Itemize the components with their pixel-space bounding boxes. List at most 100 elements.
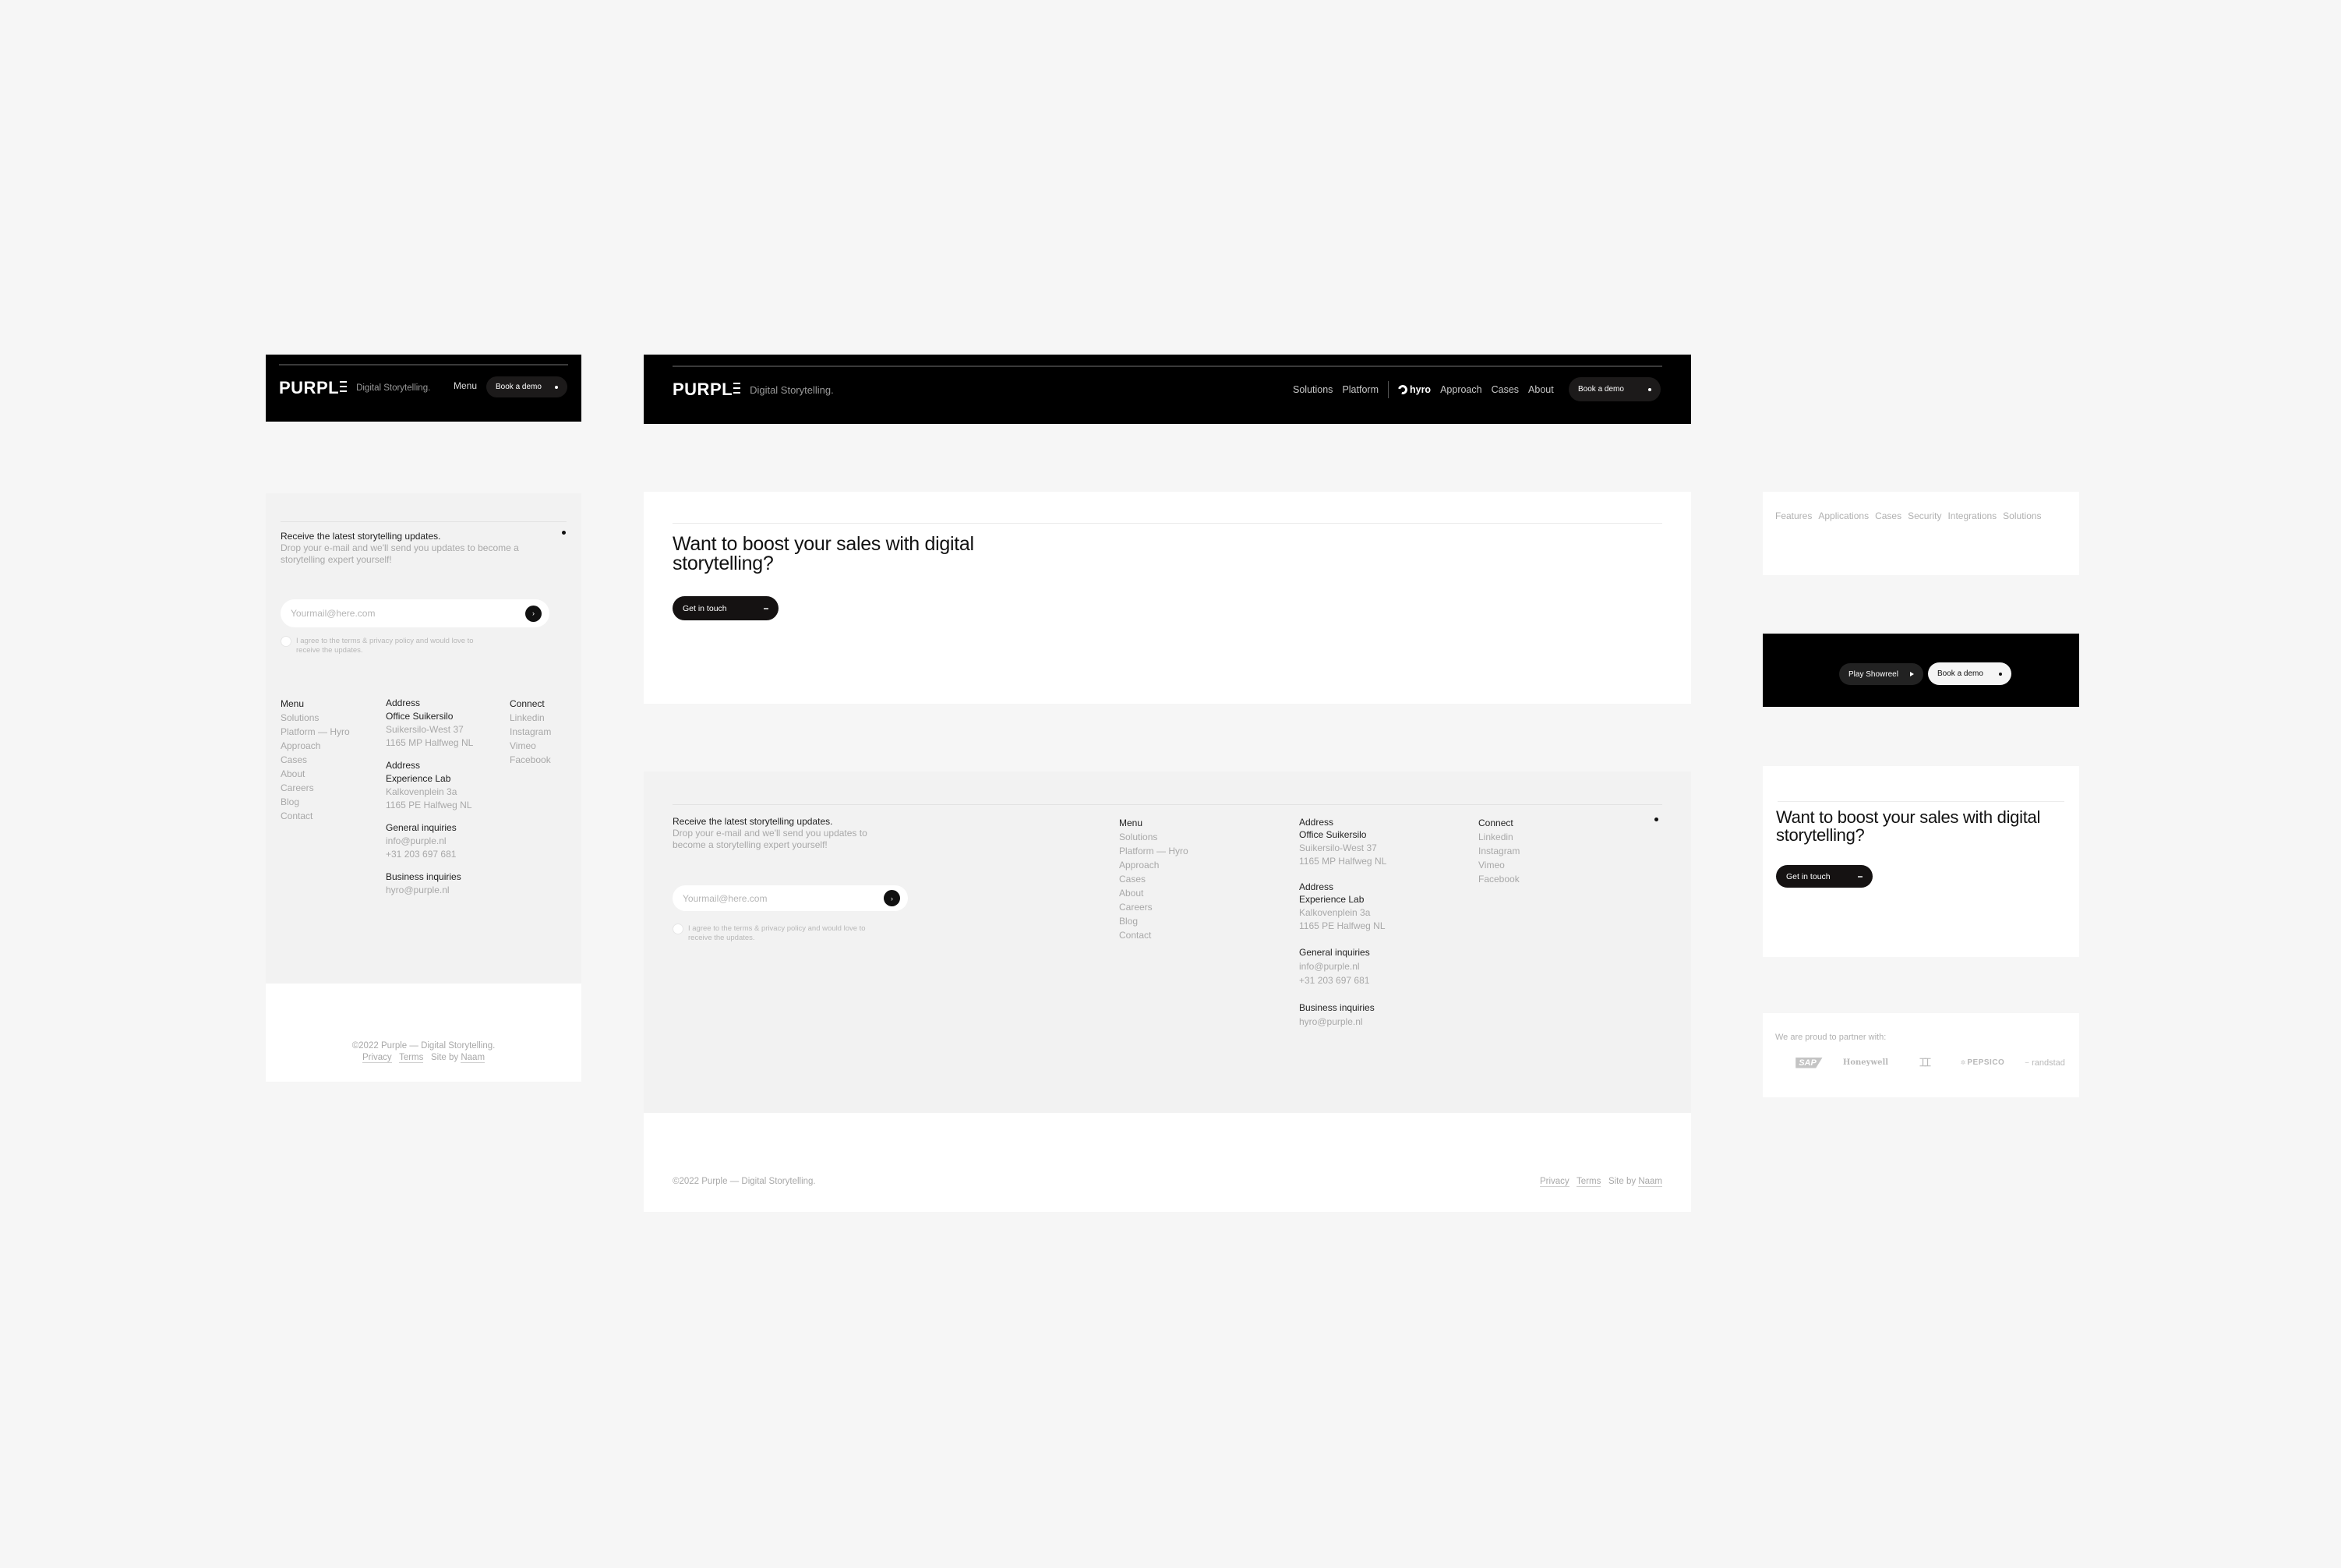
business-inquiries-heading: Business inquiries (386, 871, 461, 882)
consent-checkbox-row[interactable]: I agree to the terms & privacy policy an… (281, 636, 475, 655)
menu-heading: Menu (1119, 818, 1143, 828)
nav-about[interactable]: About (1528, 384, 1554, 395)
social-link-facebook[interactable]: Facebook (1478, 872, 1520, 886)
social-link-vimeo[interactable]: Vimeo (1478, 858, 1520, 872)
consent-checkbox[interactable] (673, 923, 683, 934)
footer-link-careers[interactable]: Careers (281, 781, 350, 795)
general-email-link[interactable]: info@purple.nl (1299, 959, 1386, 973)
pepsico-logo-icon: ✲ PEPSICO (1960, 1058, 2005, 1067)
cta-title-line: Want to boost your sales with digital (1776, 807, 2041, 827)
social-link-linkedin[interactable]: Linkedin (510, 711, 551, 725)
nav-solutions[interactable]: Solutions (1293, 384, 1333, 395)
subnav-cases[interactable]: Cases (1875, 510, 1901, 521)
cta-title-line: Want to boost your sales with digital (673, 533, 974, 555)
footer-link-cases[interactable]: Cases (1119, 872, 1188, 886)
nav-cases[interactable]: Cases (1492, 384, 1519, 395)
consent-checkbox-row[interactable]: I agree to the terms & privacy policy an… (673, 923, 875, 943)
header-top-line (673, 366, 1662, 367)
privacy-link[interactable]: Privacy (1539, 1177, 1569, 1187)
subnav-features[interactable]: Features (1775, 510, 1812, 521)
cta-section-mobile: Want to boost your sales with digital st… (1763, 766, 2079, 957)
general-phone-link[interactable]: +31 203 697 681 (1299, 973, 1386, 987)
get-in-touch-button[interactable]: Get in touch (1776, 865, 1873, 888)
social-link-vimeo[interactable]: Vimeo (510, 739, 551, 753)
mobile-footer-bottom: ©2022 Purple — Digital Storytelling. Pri… (266, 984, 581, 1082)
footer-link-solutions[interactable]: Solutions (281, 711, 350, 725)
newsletter-description: Drop your e-mail and we'll send you upda… (281, 542, 519, 565)
nav-platform[interactable]: Platform (1342, 384, 1379, 395)
logo-e-bars-icon (733, 383, 741, 394)
terms-link[interactable]: Terms (1577, 1177, 1601, 1187)
book-demo-button[interactable]: Book a demo (1569, 377, 1661, 401)
address-name: Experience Lab (386, 773, 451, 784)
subnav-security[interactable]: Security (1908, 510, 1941, 521)
footer-link-about[interactable]: About (1119, 886, 1188, 900)
connect-heading: Connect (1478, 818, 1513, 828)
privacy-link[interactable]: Privacy (362, 1053, 392, 1063)
mobile-header: PURPL Digital Storytelling. Menu Book a … (266, 355, 581, 422)
footer-link-careers[interactable]: Careers (1119, 900, 1188, 914)
email-input[interactable]: Yourmail@here.com › (673, 885, 908, 911)
social-link-linkedin[interactable]: Linkedin (1478, 830, 1520, 844)
book-demo-button[interactable]: Book a demo (486, 376, 567, 397)
email-input[interactable]: Yourmail@here.com › (281, 599, 549, 627)
site-by-link[interactable]: Naam (1638, 1177, 1662, 1187)
menu-button[interactable]: Menu (454, 380, 477, 391)
hero-buttons-panel: Play Showreel Book a demo (1763, 634, 2079, 707)
footer-menu-column: Menu Solutions Platform — Hyro Approach … (1119, 816, 1188, 942)
subnav-integrations[interactable]: Integrations (1947, 510, 1997, 521)
get-in-touch-label: Get in touch (683, 603, 727, 613)
brand-logo[interactable]: PURPL Digital Storytelling. (673, 380, 834, 400)
address-heading: Address (386, 697, 421, 708)
general-phone-link[interactable]: +31 203 697 681 (386, 848, 473, 861)
dot-icon (562, 531, 566, 535)
brand-logo[interactable]: PURPL Digital Storytelling. (279, 378, 430, 398)
submit-arrow-button[interactable]: › (884, 890, 900, 906)
terms-link[interactable]: Terms (399, 1053, 424, 1063)
cta-top-line (673, 523, 1662, 524)
desktop-footer: Receive the latest storytelling updates.… (644, 772, 1691, 1113)
footer-link-contact[interactable]: Contact (1119, 928, 1188, 942)
footer-link-platform-hyro[interactable]: Platform — Hyro (281, 725, 350, 739)
footer-link-blog[interactable]: Blog (1119, 914, 1188, 928)
social-link-instagram[interactable]: Instagram (1478, 844, 1520, 858)
subnav-solutions[interactable]: Solutions (2003, 510, 2041, 521)
email-placeholder: Yourmail@here.com (291, 608, 376, 619)
desktop-header: PURPL Digital Storytelling. Solutions Pl… (644, 355, 1691, 424)
business-inquiries-heading: Business inquiries (1299, 1002, 1375, 1013)
site-by-link[interactable]: Naam (461, 1053, 486, 1063)
footer-link-cases[interactable]: Cases (281, 753, 350, 767)
address-line: 1165 PE Halfweg NL (386, 800, 472, 810)
nav-hyro[interactable]: hyro (1396, 383, 1431, 397)
site-by-label: Site by (430, 1053, 459, 1062)
submit-arrow-button[interactable]: › (525, 605, 542, 622)
footer-link-contact[interactable]: Contact (281, 809, 350, 823)
footer-link-platform-hyro[interactable]: Platform — Hyro (1119, 844, 1188, 858)
copyright-text: ©2022 Purple — Digital Storytelling. (351, 1041, 496, 1051)
footer-link-blog[interactable]: Blog (281, 795, 350, 809)
general-inquiries-heading: General inquiries (1299, 947, 1370, 958)
footer-link-approach[interactable]: Approach (1119, 858, 1188, 872)
nav-approach[interactable]: Approach (1440, 384, 1482, 395)
subnav-applications[interactable]: Applications (1818, 510, 1869, 521)
footer-link-solutions[interactable]: Solutions (1119, 830, 1188, 844)
book-demo-light-button[interactable]: Book a demo (1928, 662, 2011, 685)
social-link-facebook[interactable]: Facebook (510, 753, 551, 767)
business-email-link[interactable]: hyro@purple.nl (1299, 1015, 1386, 1029)
footer-connect-column: Connect Linkedin Instagram Vimeo Faceboo… (510, 697, 551, 767)
footer-link-about[interactable]: About (281, 767, 350, 781)
social-link-instagram[interactable]: Instagram (510, 725, 551, 739)
general-inquiries-heading: General inquiries (386, 822, 457, 833)
footer-link-approach[interactable]: Approach (281, 739, 350, 753)
footer-address-column: Address Office Suikersilo Suikersilo-Wes… (386, 697, 473, 897)
general-email-link[interactable]: info@purple.nl (386, 835, 473, 848)
hyro-moon-icon (1396, 383, 1410, 397)
get-in-touch-button[interactable]: Get in touch (673, 596, 779, 620)
copyright-text: ©2022 Purple — Digital Storytelling. (673, 1177, 816, 1186)
business-email-link[interactable]: hyro@purple.nl (386, 884, 473, 897)
address-name: Experience Lab (1299, 894, 1365, 905)
play-showreel-button[interactable]: Play Showreel (1839, 663, 1923, 685)
connect-heading: Connect (510, 698, 545, 709)
dot-icon (1648, 387, 1651, 391)
consent-checkbox[interactable] (281, 636, 291, 647)
